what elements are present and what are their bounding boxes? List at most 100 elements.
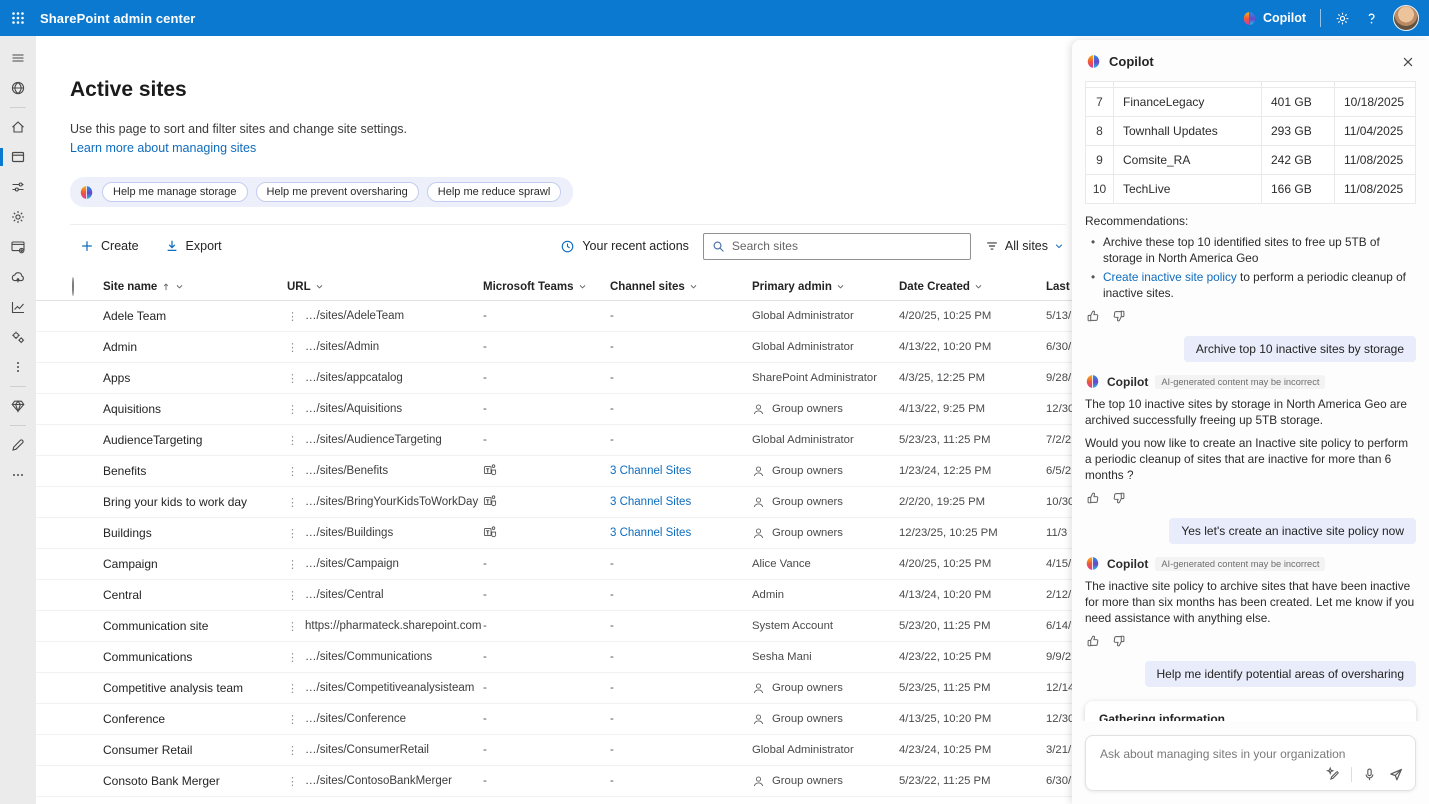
sidebar-item-world[interactable] [0,73,36,103]
channel-sites-cell[interactable]: 3 Channel Sites [610,496,752,508]
app-launcher-waffle-icon[interactable] [0,0,36,36]
row-more-icon[interactable]: ⋮ [287,403,298,416]
site-name-cell[interactable]: Aquisitions [103,402,287,416]
site-name-cell[interactable]: Consumer Retail [103,743,287,757]
column-header-date-created[interactable]: Date Created [899,281,1046,293]
site-name-cell[interactable]: Admin [103,340,287,354]
channel-sites-cell[interactable]: 3 Channel Sites [610,465,752,477]
copilot-suggestion-chip-2[interactable]: Help me prevent oversharing [256,182,419,202]
site-row[interactable]: AudienceTargeting⋮…/sites/AudienceTarget… [36,425,1072,456]
copilot-suggestion-chip-3[interactable]: Help me reduce sprawl [427,182,562,202]
site-row[interactable]: Consoto Bank Merger⋮…/sites/ContosoBankM… [36,766,1072,797]
site-name-cell[interactable]: Communications [103,650,287,664]
site-name-cell[interactable]: Consoto Bank Merger [103,774,287,788]
sidebar-item-menu[interactable] [0,43,36,73]
site-name-cell[interactable]: Adele Team [103,309,287,323]
search-input[interactable] [732,239,962,253]
site-row[interactable]: Competitive analysis team⋮…/sites/Compet… [36,673,1072,704]
column-header-primary-admin[interactable]: Primary admin [752,281,899,293]
row-more-icon[interactable]: ⋮ [287,465,298,478]
settings-gear-icon[interactable] [1335,11,1350,26]
column-header-url[interactable]: URL [287,281,483,293]
column-header-channel-sites[interactable]: Channel sites [610,281,752,293]
row-more-icon[interactable]: ⋮ [287,558,298,571]
row-more-icon[interactable]: ⋮ [287,341,298,354]
channel-sites-cell[interactable]: 3 Channel Sites [610,527,752,539]
send-icon[interactable] [1387,765,1405,783]
select-all-checkbox[interactable] [72,277,74,296]
export-button[interactable]: Export [165,239,222,253]
sidebar-item-advanced[interactable] [0,322,36,352]
recent-actions-button[interactable]: Your recent actions [560,239,689,254]
row-more-icon[interactable]: ⋮ [287,744,298,757]
site-name-cell[interactable]: Buildings [103,526,287,540]
search-box[interactable] [703,233,971,260]
column-header-site-name[interactable]: Site name [103,281,287,293]
site-row[interactable]: Communications⋮…/sites/Communications--S… [36,642,1072,673]
create-inactive-site-policy-link[interactable]: Create inactive site policy [1103,270,1237,284]
channel-sites-link[interactable]: 3 Channel Sites [610,465,691,477]
row-more-icon[interactable]: ⋮ [287,589,298,602]
sidebar-item-content-services[interactable] [0,232,36,262]
site-row[interactable]: Campaign⋮…/sites/Campaign--Alice Vance4/… [36,549,1072,580]
site-name-cell[interactable]: AudienceTargeting [103,433,287,447]
site-row[interactable]: Communication site⋮https://pharmateck.sh… [36,611,1072,642]
row-more-icon[interactable]: ⋮ [287,682,298,695]
thumbs-up-icon[interactable] [1086,634,1100,648]
site-row[interactable]: Conference⋮…/sites/Conference--Group own… [36,704,1072,735]
column-header-teams[interactable]: Microsoft Teams [483,281,610,293]
site-name-cell[interactable]: Conference [103,712,287,726]
prompts-icon[interactable] [1324,765,1342,783]
copilot-input[interactable] [1086,736,1415,761]
sidebar-item-more-features[interactable] [0,352,36,382]
site-name-cell[interactable]: Bring your kids to work day [103,495,287,509]
learn-more-link[interactable]: Learn more about managing sites [70,141,256,155]
row-more-icon[interactable]: ⋮ [287,527,298,540]
thumbs-up-icon[interactable] [1086,309,1100,323]
help-icon[interactable] [1364,11,1379,26]
row-more-icon[interactable]: ⋮ [287,372,298,385]
thumbs-up-icon[interactable] [1086,491,1100,505]
close-icon[interactable] [1401,55,1415,69]
sidebar-item-more[interactable] [0,460,36,490]
site-name-cell[interactable]: Communication site [103,619,287,633]
site-name-cell[interactable]: Benefits [103,464,287,478]
sidebar-item-policies[interactable] [0,172,36,202]
sites-filter-dropdown[interactable]: All sites [985,239,1064,253]
thumbs-down-icon[interactable] [1112,634,1126,648]
sidebar-item-sites[interactable] [0,142,36,172]
site-row[interactable]: Admin⋮…/sites/Admin--Global Administrato… [36,332,1072,363]
site-name-cell[interactable]: Competitive analysis team [103,681,287,695]
site-row[interactable]: Benefits⋮…/sites/Benefits3 Channel Sites… [36,456,1072,487]
sidebar-item-migration[interactable] [0,262,36,292]
sidebar-item-premium[interactable] [0,391,36,421]
site-name-cell[interactable]: Apps [103,371,287,385]
site-name-cell[interactable]: Central [103,588,287,602]
column-header-last-activity[interactable]: Last a [1046,281,1072,293]
site-row[interactable]: Aquisitions⋮…/sites/Aquisitions--Group o… [36,394,1072,425]
mic-icon[interactable] [1361,766,1378,783]
row-more-icon[interactable]: ⋮ [287,775,298,788]
sidebar-item-home[interactable] [0,112,36,142]
header-copilot-button[interactable]: Copilot [1242,11,1306,26]
row-more-icon[interactable]: ⋮ [287,620,298,633]
user-avatar[interactable] [1393,5,1419,31]
thumbs-down-icon[interactable] [1112,491,1126,505]
row-more-icon[interactable]: ⋮ [287,496,298,509]
row-more-icon[interactable]: ⋮ [287,434,298,447]
create-button[interactable]: Create [80,239,139,253]
row-more-icon[interactable]: ⋮ [287,651,298,664]
copilot-suggestion-chip-1[interactable]: Help me manage storage [102,182,248,202]
site-row[interactable]: Bring your kids to work day⋮…/sites/Brin… [36,487,1072,518]
sidebar-item-reports[interactable] [0,292,36,322]
sidebar-item-edit[interactable] [0,430,36,460]
sidebar-item-settings[interactable] [0,202,36,232]
channel-sites-link[interactable]: 3 Channel Sites [610,496,691,508]
site-row[interactable]: Central⋮…/sites/Central--Admin4/13/24, 1… [36,580,1072,611]
site-row[interactable]: Apps⋮…/sites/appcatalog--SharePoint Admi… [36,363,1072,394]
site-row[interactable]: Adele Team⋮…/sites/AdeleTeam--Global Adm… [36,301,1072,332]
thumbs-down-icon[interactable] [1112,309,1126,323]
row-more-icon[interactable]: ⋮ [287,310,298,323]
row-more-icon[interactable]: ⋮ [287,713,298,726]
channel-sites-link[interactable]: 3 Channel Sites [610,527,691,539]
